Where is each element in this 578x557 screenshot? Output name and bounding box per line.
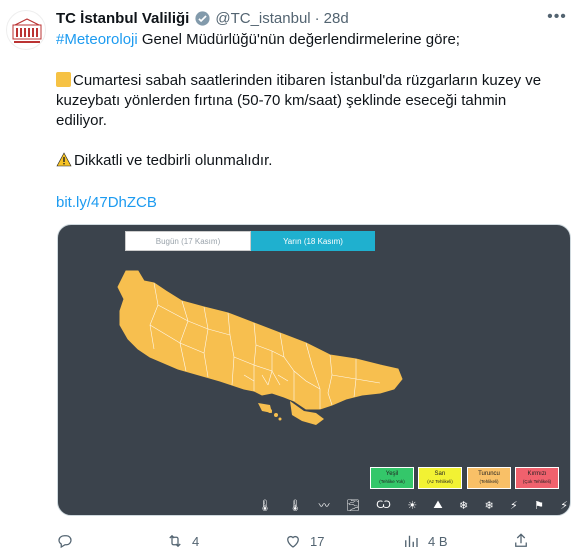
tweet-header: TC İstanbul Valiliği @TC_istanbul · 28d [56, 8, 349, 28]
yellow-square-icon [56, 72, 71, 87]
text-para2-line1: Cumartesi sabah saatlerinden itibaren İs… [73, 72, 542, 89]
weather-map-image[interactable]: Bugün (17 Kasım) Yarın (18 Kasım) Yeşil … [57, 224, 571, 516]
views-icon [405, 535, 418, 547]
legend-green: Yeşil (Tehlike Yok) [370, 467, 414, 489]
heart-icon [287, 535, 299, 548]
author-name[interactable]: TC İstanbul Valiliği [56, 10, 189, 27]
retweet-count: 4 [192, 533, 200, 549]
legend-yellow: Sarı (Az Tehlikeli) [418, 467, 462, 489]
avatar[interactable] [6, 10, 46, 50]
verified-badge-icon [194, 10, 211, 27]
legend-orange: Turuncu (Tehlikeli) [467, 467, 511, 489]
lightning-icon: ⚡ [510, 499, 518, 512]
fog-icon: 🌫 [345, 499, 360, 512]
thunderstorm-icon: ⚡ [560, 499, 568, 512]
text-para2-line3: ediliyor. [56, 112, 107, 129]
legend-red: Kırmızı (Çok Tehlikeli) [515, 467, 559, 489]
text-para2-line2: kuzeybatı yönlerden fırtına (50-70 km/sa… [56, 92, 507, 109]
wave-icon: 〰 [318, 500, 330, 512]
author-handle[interactable]: @TC_istanbul [215, 10, 310, 27]
separator: · [314, 9, 320, 27]
weather-icons-row: 🌡 🌡 〰 🌫 Ѡ ☀ ⛰ ❄ ❄ ⚡ ⚑ ⚡ [258, 497, 568, 513]
share-icon [515, 533, 527, 547]
wind-flag-icon: ⚑ [534, 499, 544, 512]
tweet-text: #Meteoroloji Genel Müdürlüğü'nün değerle… [56, 30, 566, 213]
like-button[interactable]: 17 [284, 532, 402, 550]
snowflake-icon: ❄ [458, 499, 469, 512]
text-line-1: Genel Müdürlüğü'nün değerlendirmelerine … [137, 31, 460, 48]
thermometer-high-icon: 🌡 [288, 499, 303, 512]
timestamp[interactable]: 28d [324, 10, 349, 27]
hashtag-link[interactable]: #Meteoroloji [56, 31, 138, 48]
warning-text: Dikkatli ve tedbirli olunmalıdır. [74, 152, 273, 169]
like-count: 17 [310, 533, 325, 549]
thermometer-icon: 🌡 [258, 499, 272, 512]
sun-icon: ☀ [407, 499, 418, 512]
reply-button[interactable] [56, 532, 166, 550]
views-button[interactable]: 4 B [402, 532, 512, 550]
retweet-button[interactable]: 4 [166, 532, 284, 550]
avalanche-icon: ⛰ [433, 498, 443, 511]
storm-icon: Ѡ [376, 499, 391, 511]
snow-icon: ❄ [484, 499, 494, 512]
more-options-icon[interactable]: ••• [546, 6, 568, 28]
views-count: 4 B [428, 533, 448, 549]
reply-icon [58, 535, 72, 549]
action-bar: 4 17 4 B [56, 531, 556, 551]
share-button[interactable] [512, 532, 542, 550]
retweet-icon [169, 534, 181, 548]
warning-icon [56, 152, 72, 173]
short-link[interactable]: bit.ly/47DhZCB [56, 194, 157, 211]
